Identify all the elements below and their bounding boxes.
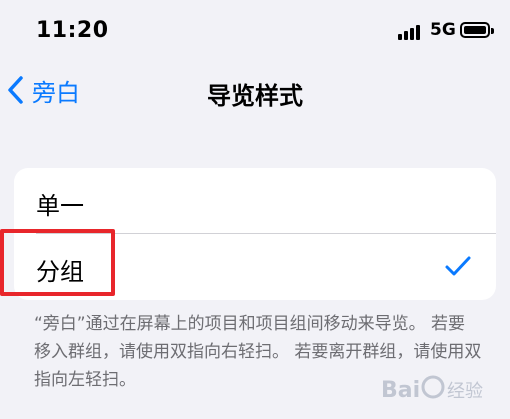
status-time: 11:20: [36, 18, 109, 43]
option-label: 分组: [36, 258, 84, 286]
navigation-bar: 旁白 导览样式: [0, 62, 510, 120]
network-type: 5G: [430, 20, 456, 40]
checkmark-icon: [445, 256, 471, 276]
battery-icon: [460, 22, 494, 38]
status-bar: 11:20 5G: [0, 0, 510, 62]
option-row-single[interactable]: 单一: [14, 168, 496, 234]
svg-text:经验: 经验: [447, 381, 483, 402]
cellular-signal-icon: [398, 24, 424, 40]
baidu-watermark-logo: Bai 经验: [381, 367, 496, 409]
option-row-grouped[interactable]: 分组: [14, 234, 496, 300]
option-label: 单一: [36, 192, 84, 220]
svg-text:Bai: Bai: [381, 378, 420, 403]
navigation-style-options: 单一 分组: [14, 168, 496, 300]
page-title: 导览样式: [207, 82, 303, 110]
